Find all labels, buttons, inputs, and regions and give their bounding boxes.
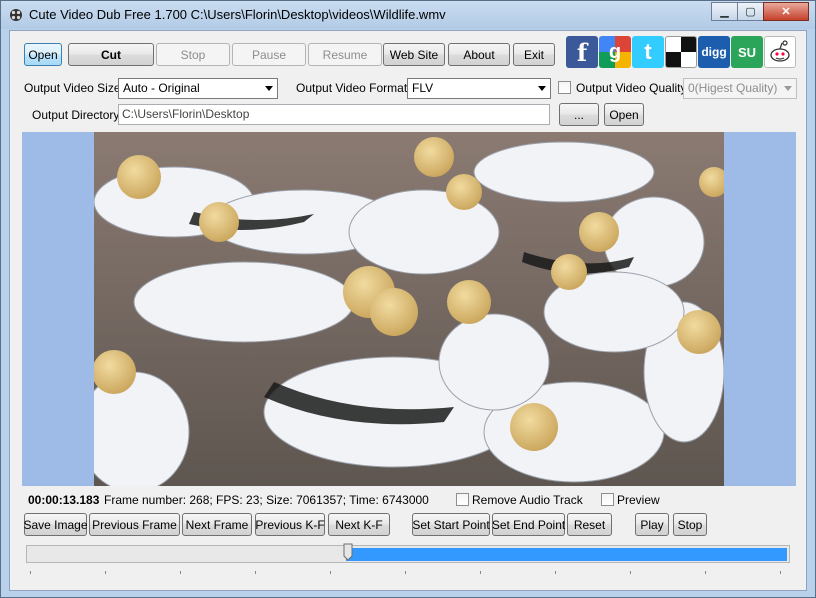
cut-button[interactable]: Cut [68, 43, 154, 66]
about-button[interactable]: About [448, 43, 510, 66]
timeline-tick [180, 571, 181, 574]
preview-checkbox[interactable] [601, 493, 614, 506]
google-icon[interactable]: g [599, 36, 631, 68]
timeline-tick [405, 571, 406, 574]
timeline-slider[interactable] [26, 545, 790, 563]
previous-keyframe-button[interactable]: Previous K-F [255, 513, 325, 536]
timeline-tick [105, 571, 106, 574]
digg-icon[interactable]: digg [698, 36, 730, 68]
timeline-tick [30, 571, 31, 574]
output-quality-checkbox[interactable] [558, 81, 571, 94]
stumbleupon-icon[interactable]: SU [731, 36, 763, 68]
app-window: Cute Video Dub Free 1.700 C:\Users\Flori… [0, 0, 816, 598]
output-quality-value: 0(Higest Quality) [688, 81, 778, 95]
browse-button[interactable]: ... [559, 103, 599, 126]
website-button[interactable]: Web Site [383, 43, 445, 66]
output-format-select[interactable]: FLV [407, 78, 551, 99]
timeline-tick [255, 571, 256, 574]
open-button[interactable]: Open [24, 43, 62, 66]
maximize-button[interactable]: ▢ [737, 2, 764, 21]
output-format-value: FLV [412, 81, 434, 95]
selected-range [346, 548, 787, 561]
remove-audio-checkbox[interactable] [456, 493, 469, 506]
video-preview-area [22, 132, 796, 486]
next-frame-button[interactable]: Next Frame [182, 513, 252, 536]
delicious-icon[interactable] [665, 36, 697, 68]
pause-button[interactable]: Pause [232, 43, 306, 66]
minimize-button[interactable]: ▁ [711, 2, 738, 21]
timeline-tick [480, 571, 481, 574]
timeline-tick [780, 571, 781, 574]
play-button[interactable]: Play [635, 513, 669, 536]
output-directory-label: Output Directory: [32, 108, 123, 122]
set-start-point-button[interactable]: Set Start Point [412, 513, 490, 536]
output-format-label: Output Video Format: [296, 81, 411, 95]
exit-button[interactable]: Exit [513, 43, 555, 66]
reddit-icon[interactable] [764, 36, 796, 68]
window-title: Cute Video Dub Free 1.700 C:\Users\Flori… [29, 7, 446, 22]
frame-info: Frame number: 268; FPS: 23; Size: 706135… [104, 493, 429, 507]
slider-thumb[interactable] [343, 543, 353, 561]
stop-playback-button[interactable]: Stop [673, 513, 707, 536]
dropdown-arrow-icon [784, 86, 792, 91]
dropdown-arrow-icon [538, 86, 546, 91]
output-directory-field[interactable]: C:\Users\Florin\Desktop [118, 104, 550, 125]
output-quality-label: Output Video Quality [576, 81, 687, 95]
output-size-select[interactable]: Auto - Original [118, 78, 278, 99]
title-bar[interactable]: Cute Video Dub Free 1.700 C:\Users\Flori… [1, 1, 815, 29]
twitter-icon[interactable]: t [632, 36, 664, 68]
timeline-tick [630, 571, 631, 574]
facebook-icon[interactable]: f [566, 36, 598, 68]
client-area: Open Cut Stop Pause Resume Web Site Abou… [9, 30, 807, 591]
timeline-tick [555, 571, 556, 574]
resume-button[interactable]: Resume [308, 43, 382, 66]
preview-label: Preview [617, 493, 660, 507]
save-image-button[interactable]: Save Image [23, 513, 88, 536]
video-frame[interactable] [94, 132, 724, 486]
timeline-tick [705, 571, 706, 574]
output-quality-select[interactable]: 0(Higest Quality) [683, 78, 797, 99]
current-time: 00:00:13.183 [28, 493, 100, 507]
reddit-alien-icon [770, 40, 790, 62]
timeline-tick [330, 571, 331, 574]
set-end-point-button[interactable]: Set End Point [492, 513, 565, 536]
video-frame-image [94, 132, 724, 486]
remove-audio-label: Remove Audio Track [472, 493, 583, 507]
next-keyframe-button[interactable]: Next K-F [328, 513, 390, 536]
stop-toolbar-button[interactable]: Stop [156, 43, 230, 66]
timeline-ticks [30, 571, 790, 577]
film-reel-icon [10, 9, 22, 21]
dropdown-arrow-icon [265, 86, 273, 91]
previous-frame-button[interactable]: Previous Frame [89, 513, 180, 536]
output-size-value: Auto - Original [123, 81, 200, 95]
close-button[interactable]: ✕ [763, 2, 809, 21]
output-size-label: Output Video Size: [24, 81, 124, 95]
reset-button[interactable]: Reset [567, 513, 612, 536]
open-directory-button[interactable]: Open [604, 103, 644, 126]
